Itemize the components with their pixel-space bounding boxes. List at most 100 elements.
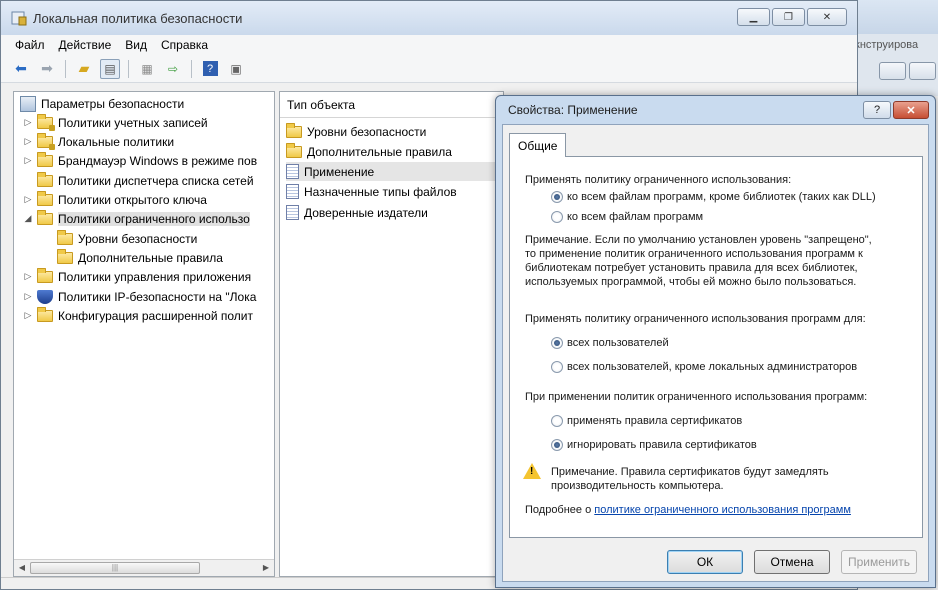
tree-item-label: Политики управления приложения xyxy=(58,269,252,284)
toolbar: ⬅ ➡ ▰ ▤ ▦ ⇨ ? ▣ xyxy=(1,55,857,83)
note-line: библиотекам потребует установить правила… xyxy=(525,262,858,274)
action-pane-button[interactable]: ▣ xyxy=(226,59,246,79)
help-button[interactable]: ? xyxy=(200,59,220,79)
forward-button[interactable]: ➡ xyxy=(37,59,57,79)
radio-label[interactable]: ко всем файлам программ xyxy=(567,210,703,224)
radio-label[interactable]: ко всем файлам программ, кроме библиотек… xyxy=(567,190,876,204)
tree-item-label: Уровни безопасности xyxy=(78,231,198,246)
folder-icon xyxy=(57,248,73,264)
radio-label[interactable]: игнорировать правила сертификатов xyxy=(567,438,757,452)
tree-item-software-restriction[interactable]: ◢ Политики ограниченного использо xyxy=(22,209,250,228)
tree-item-advanced-audit[interactable]: ▷ Конфигурация расширенной полит xyxy=(22,306,253,325)
list-item-label: Доверенные издатели xyxy=(304,205,428,220)
help-icon: ? xyxy=(873,104,881,116)
warning-text: Примечание. Правила сертификатов будут з… xyxy=(551,466,829,478)
menu-file[interactable]: Файл xyxy=(15,38,45,52)
radio-label[interactable]: всех пользователей xyxy=(567,336,669,350)
collapse-arrow-icon[interactable]: ◢ xyxy=(22,213,34,224)
tree-item-label: Политики учетных записей xyxy=(58,115,208,130)
arrow-left-icon: ⬅ xyxy=(15,60,27,76)
console-tree-icon: ▤ xyxy=(104,61,116,76)
menu-view[interactable]: Вид xyxy=(125,38,147,52)
back-button[interactable]: ⬅ xyxy=(11,59,31,79)
list-item-enforcement[interactable]: Применение xyxy=(286,162,496,181)
up-level-button[interactable]: ▰ xyxy=(74,59,94,79)
console-tree: Параметры безопасности ▷ Политики учетны… xyxy=(13,91,275,577)
background-window-buttons xyxy=(879,62,936,80)
tree-item-local-policies[interactable]: ▷ Локальные политики xyxy=(22,132,174,151)
menu-action[interactable]: Действие xyxy=(59,38,112,52)
tree-item-network-list[interactable]: Политики диспетчера списка сетей xyxy=(22,171,254,190)
radio-all-except-libraries[interactable] xyxy=(551,191,563,203)
background-maximize-button[interactable] xyxy=(909,62,936,80)
list-item-designated-file-types[interactable]: Назначенные типы файлов xyxy=(286,182,457,201)
list-item-trusted-publishers[interactable]: Доверенные издатели xyxy=(286,203,428,222)
scroll-left-icon[interactable]: ◀ xyxy=(15,562,29,574)
toolbar-separator xyxy=(128,59,129,78)
tree-horizontal-scrollbar[interactable]: ◀ ||| ▶ xyxy=(14,559,274,576)
note-line: используемых программой, чтобы ей можно … xyxy=(525,276,857,288)
dialog-help-button[interactable]: ? xyxy=(863,101,891,119)
list-item-label: Дополнительные правила xyxy=(307,144,452,159)
column-header-object-type[interactable]: Тип объекта xyxy=(280,92,503,118)
scroll-right-icon[interactable]: ▶ xyxy=(259,562,273,574)
ok-button[interactable]: ОК xyxy=(667,550,743,574)
window-controls: ▁ ❐ ✕ xyxy=(737,8,847,26)
minimize-button[interactable]: ▁ xyxy=(737,8,770,26)
radio-label[interactable]: применять правила сертификатов xyxy=(567,414,742,428)
dialog-controls: ? ✕ xyxy=(863,101,929,119)
radio-all-program-files[interactable] xyxy=(551,211,563,223)
export-icon: ⇨ xyxy=(167,61,179,76)
radio-enforce-certificate-rules[interactable] xyxy=(551,415,563,427)
maximize-button[interactable]: ❐ xyxy=(772,8,805,26)
folder-icon xyxy=(286,142,302,158)
folder-icon xyxy=(37,267,53,283)
expand-arrow-icon[interactable]: ▷ xyxy=(22,117,34,128)
tree-item-applocker[interactable]: ▷ Политики управления приложения xyxy=(22,267,251,286)
toolbar-separator xyxy=(191,59,192,78)
tree-item-label: Политики открытого ключа xyxy=(58,192,207,207)
close-button[interactable]: ✕ xyxy=(807,8,847,26)
tree-item-account-policies[interactable]: ▷ Политики учетных записей xyxy=(22,113,208,132)
radio-ignore-certificate-rules[interactable] xyxy=(551,439,563,451)
background-window-text: кнструирова xyxy=(855,39,919,51)
tree-item-label: Политики диспетчера списка сетей xyxy=(58,173,254,188)
radio-all-users[interactable] xyxy=(551,337,563,349)
expand-arrow-icon[interactable]: ▷ xyxy=(22,291,34,302)
list-item-security-levels[interactable]: Уровни безопасности xyxy=(286,122,426,141)
list-item-additional-rules[interactable]: Дополнительные правила xyxy=(286,142,452,161)
menu-bar: Файл Действие Вид Справка xyxy=(1,35,857,55)
scrollbar-thumb[interactable]: ||| xyxy=(30,562,200,574)
tab-page-general: Применять политику ограниченного использ… xyxy=(509,156,923,538)
tree-root[interactable]: Параметры безопасности xyxy=(18,94,184,113)
menu-help[interactable]: Справка xyxy=(161,38,208,52)
folder-up-icon: ▰ xyxy=(78,60,90,76)
background-minimize-button[interactable] xyxy=(879,62,906,80)
tree-item-public-key[interactable]: ▷ Политики открытого ключа xyxy=(22,190,207,209)
tab-general[interactable]: Общие xyxy=(509,133,567,157)
background-window: кнструирова xyxy=(848,0,938,96)
dialog-close-button[interactable]: ✕ xyxy=(893,101,929,119)
background-window-titlebar xyxy=(849,0,938,34)
apply-policy-label: Применять политику ограниченного использ… xyxy=(525,174,792,186)
tree-item-security-levels[interactable]: Уровни безопасности xyxy=(54,229,197,248)
radio-all-except-admins[interactable] xyxy=(551,361,563,373)
tree-item-additional-rules[interactable]: Дополнительные правила xyxy=(54,248,223,267)
learn-more-link[interactable]: политике ограниченного использования про… xyxy=(594,504,851,516)
apply-button[interactable]: Применить xyxy=(841,550,917,574)
expand-arrow-icon[interactable]: ▷ xyxy=(22,271,34,282)
list-item-label: Назначенные типы файлов xyxy=(304,184,457,199)
expand-arrow-icon[interactable]: ▷ xyxy=(22,155,34,166)
expand-arrow-icon[interactable]: ▷ xyxy=(22,136,34,147)
expand-arrow-icon[interactable]: ▷ xyxy=(22,194,34,205)
export-list-button[interactable]: ⇨ xyxy=(163,59,183,79)
properties-button[interactable]: ▦ xyxy=(137,59,157,79)
radio-label[interactable]: всех пользователей, кроме локальных адми… xyxy=(567,360,857,374)
tree-item-firewall[interactable]: ▷ Брандмауэр Windows в режиме пов xyxy=(22,151,257,170)
expand-arrow-icon[interactable]: ▷ xyxy=(22,310,34,321)
close-icon: ✕ xyxy=(906,104,916,117)
cancel-button[interactable]: Отмена xyxy=(754,550,830,574)
tree-item-ipsec[interactable]: ▷ Политики IP-безопасности на "Лока xyxy=(22,287,256,306)
policy-document-icon xyxy=(286,184,299,199)
show-tree-button[interactable]: ▤ xyxy=(100,58,120,79)
